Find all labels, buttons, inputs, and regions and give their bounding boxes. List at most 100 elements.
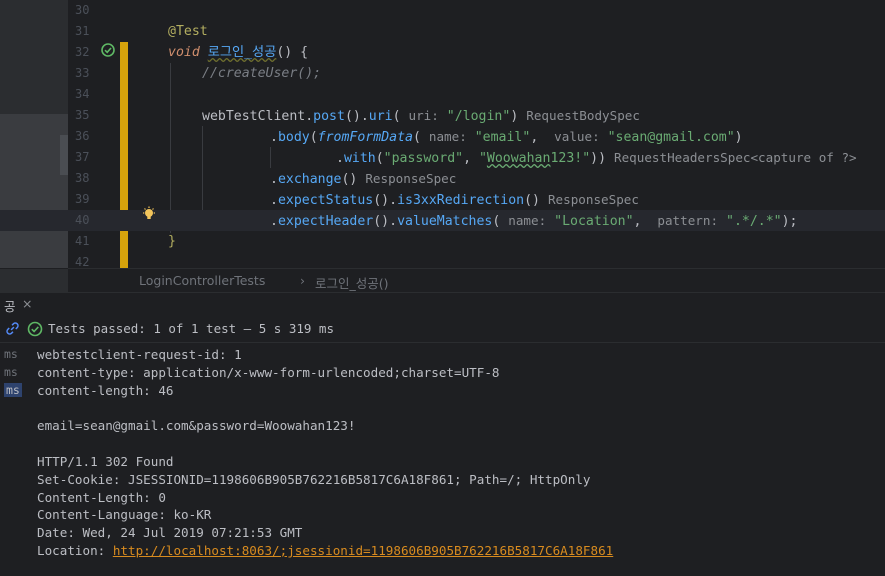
line-number: 37 [75,150,90,164]
code-statement: .with("password", "Woowahan123!")) Reque… [336,147,857,169]
console-line: Date: Wed, 24 Jul 2019 07:21:53 GMT [37,525,303,540]
code-statement: webTestClient.post().uri( uri: "/login")… [202,105,640,127]
code-string: 123!" [550,151,591,166]
code-token: . [270,214,278,229]
code-token: uri [368,109,393,124]
test-annotation: @Test [168,24,208,39]
type-hint: ResponseSpec [365,171,457,186]
code-token: . [336,151,344,166]
code-line-current[interactable]: 40 .expectHeader().valueMatches( name: "… [0,210,885,231]
code-line[interactable]: 37 .with("password", "Woowahan123!")) Re… [0,147,885,168]
method-declaration: void 로그인_성공() { [168,42,308,63]
code-token: () [524,193,540,208]
line-number: 34 [75,87,90,101]
code-token: )) [590,151,607,166]
code-string: "Location" [554,214,634,229]
code-token: fromFormData [317,130,413,145]
code-token: ( [492,214,501,229]
code-token: with [343,151,376,166]
ms-label[interactable]: ms [4,347,18,361]
breadcrumb: LoginControllerTests › 로그인_성공() [0,268,885,293]
line-number: 33 [75,66,90,80]
line-number: 39 [75,192,90,206]
tab-run[interactable]: 공 [4,296,16,315]
code-statement: .body(fromFormData( name: "email", value… [270,126,743,148]
code-token: ( [309,130,318,145]
code-token: valueMatches [397,214,493,229]
code-line[interactable]: 35 webTestClient.post().uri( uri: "/logi… [0,105,885,126]
keyword-void: void [168,45,200,60]
code-token: . [270,130,278,145]
code-token: . [270,193,278,208]
code-token: ) [734,130,743,145]
console-line: Content-Length: 0 [37,490,166,505]
code-line[interactable]: 41 } [0,231,885,252]
code-comment: //createUser(); [202,66,322,81]
closing-brace: } [168,234,176,249]
code-string: "sean@gmail.com" [607,130,735,145]
code-token: is3xxRedirection [397,193,525,208]
code-statement: .exchange() ResponseSpec [270,168,456,190]
tool-window-tabbar: 공 × [0,292,885,317]
code-string: "password" [383,151,464,166]
code-string: "email" [474,130,531,145]
code-token: (). [373,214,398,229]
ms-label[interactable]: ms [4,365,18,379]
code-token: ); [781,214,798,229]
console-line: content-type: application/x-www-form-url… [37,365,500,380]
code-token: , [463,151,479,166]
console-line: Content-Language: ko-KR [37,507,212,522]
test-status-text: Tests passed: 1 of 1 test – 5 s 319 ms [48,321,334,336]
code-token: body [277,130,310,145]
code-line[interactable]: 32 void 로그인_성공() { [0,42,885,63]
breadcrumb-class[interactable]: LoginControllerTests [139,273,265,288]
test-passed-gutter-icon[interactable] [100,42,116,58]
code-line[interactable]: 33 //createUser(); [0,63,885,84]
location-label: Location: [37,543,113,558]
code-token: exchange [277,172,342,187]
line-number: 40 [75,213,90,227]
line-number: 38 [75,171,90,185]
close-icon[interactable]: × [22,296,32,311]
code-string: Woowahan [486,151,551,166]
console-output[interactable]: ms ms ms webtestclient-request-id: 1 con… [0,343,885,576]
code-token: expectHeader [277,214,374,229]
code-token: () [341,172,358,187]
method-name: 로그인_성공 [207,45,277,60]
ms-label-selected[interactable]: ms [4,383,22,397]
code-string: " [478,151,487,166]
code-line[interactable]: 30 [0,0,885,21]
line-number: 31 [75,24,90,38]
type-hint: RequestBodySpec [526,108,640,123]
code-token: expectStatus [277,193,374,208]
console-line-location: Location: http://localhost:8063/;jsessio… [37,542,613,560]
parameter-hint: name: [508,213,547,228]
parameter-hint: pattern: [657,213,719,228]
console-line: email=sean@gmail.com&password=Woowahan12… [37,418,356,433]
console-line: content-length: 46 [37,383,174,398]
code-line[interactable]: 31 @Test [0,21,885,42]
line-number: 41 [75,234,90,248]
type-hint: RequestHeadersSpec<capture of ?> [614,150,857,165]
code-token: (). [344,109,369,124]
parameter-hint: value: [554,129,600,144]
location-link[interactable]: http://localhost:8063/;jsessionid=119860… [113,543,613,558]
code-line[interactable]: 39 .expectStatus().is3xxRedirection() Re… [0,189,885,210]
console-line: Set-Cookie: JSESSIONID=1198606B905B76221… [37,472,591,487]
code-string: "/login" [446,109,511,124]
link-icon[interactable] [5,321,20,336]
code-token: . [305,109,314,124]
code-line[interactable]: 34 [0,84,885,105]
code-line[interactable]: 36 .body(fromFormData( name: "email", va… [0,126,885,147]
code-token: post [313,109,345,124]
code-token: ( [412,130,421,145]
breadcrumb-method[interactable]: 로그인_성공() [315,273,389,292]
code-token: (). [373,193,398,208]
type-hint: ResponseSpec [547,192,639,207]
code-token: . [270,172,278,187]
code-line[interactable]: 38 .exchange() ResponseSpec [0,168,885,189]
lightbulb-icon[interactable] [141,206,157,222]
parameter-hint: name: [428,129,467,144]
code-editor[interactable]: 30 31 @Test 32 void 로그인_성공() { 33 //crea… [0,0,885,269]
test-passed-icon [27,321,43,337]
